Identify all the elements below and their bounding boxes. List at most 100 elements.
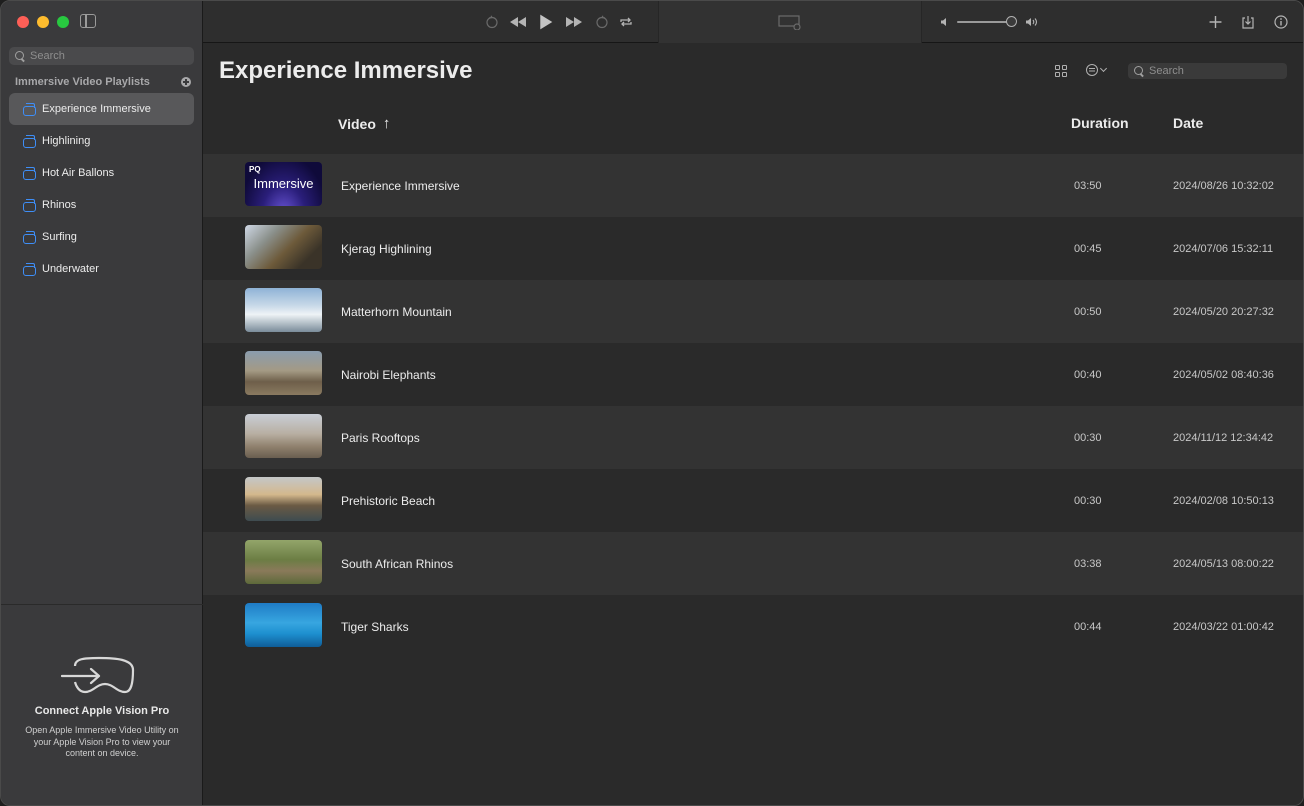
- sidebar-toggle-icon[interactable]: [80, 14, 96, 28]
- sidebar-item-surfing[interactable]: Surfing: [9, 221, 194, 253]
- skip-forward-15-icon[interactable]: [595, 14, 609, 30]
- sidebar-item-label: Highlining: [42, 135, 91, 147]
- sort-ascending-icon: ↑: [382, 115, 391, 132]
- sidebar-item-label: Surfing: [42, 231, 77, 243]
- repeat-icon[interactable]: [619, 14, 633, 30]
- video-date: 2024/05/02 08:40:36: [1173, 368, 1274, 381]
- chevron-down-icon: [1099, 64, 1108, 73]
- playlist-icon: [21, 230, 36, 244]
- video-date: 2024/05/13 08:00:22: [1173, 557, 1274, 570]
- playlist-icon: [21, 102, 36, 116]
- table-row[interactable]: Paris Rooftops 00:30 2024/11/12 12:34:42: [203, 406, 1303, 469]
- add-icon[interactable]: [1209, 14, 1222, 30]
- playlist-icon: [21, 134, 36, 148]
- rewind-icon[interactable]: [509, 14, 527, 30]
- sidebar-item-hot-air-ballons[interactable]: Hot Air Ballons: [9, 157, 194, 189]
- video-date: 2024/05/20 20:27:32: [1173, 305, 1274, 318]
- video-title: Paris Rooftops: [341, 430, 420, 445]
- main-content: Experience Immersive Video ↑ Duration Da…: [203, 43, 1303, 805]
- import-icon[interactable]: [1241, 14, 1255, 30]
- volume-slider-track[interactable]: [957, 21, 1011, 23]
- search-icon: [1134, 66, 1144, 76]
- vision-display-icon: [778, 15, 801, 30]
- playlist-icon: [21, 198, 36, 212]
- video-title: Experience Immersive: [341, 178, 460, 193]
- video-duration: 00:30: [1074, 494, 1102, 507]
- video-duration: 03:38: [1074, 557, 1102, 570]
- grid-cell: [1062, 65, 1067, 70]
- playlists-section-title: Immersive Video Playlists: [15, 76, 150, 88]
- window-controls: [17, 16, 69, 28]
- video-title: Matterhorn Mountain: [341, 304, 452, 319]
- minimize-window-button[interactable]: [37, 16, 49, 28]
- play-icon[interactable]: [539, 14, 553, 30]
- video-title: South African Rhinos: [341, 556, 454, 571]
- column-header-video-label: Video: [338, 115, 376, 132]
- video-date: 2024/07/06 15:32:11: [1173, 242, 1274, 255]
- video-title: Tiger Sharks: [341, 619, 409, 634]
- close-window-button[interactable]: [17, 16, 29, 28]
- column-header-duration[interactable]: Duration: [1071, 115, 1129, 131]
- connect-description: Open Apple Immersive Video Utility on yo…: [25, 725, 179, 758]
- add-playlist-icon[interactable]: [181, 77, 191, 87]
- table-row[interactable]: Matterhorn Mountain 00:50 2024/05/20 20:…: [203, 280, 1303, 343]
- column-header-video[interactable]: Video ↑: [338, 115, 390, 132]
- sidebar-item-label: Rhinos: [42, 199, 77, 211]
- playlist-list: Experience Immersive Highlining Hot Air …: [9, 93, 194, 285]
- grid-cell: [1055, 72, 1060, 77]
- video-thumbnail: [245, 351, 322, 395]
- video-thumbnail: [245, 477, 322, 521]
- main-search-field[interactable]: [1128, 63, 1287, 79]
- sidebar-item-highlining[interactable]: Highlining: [9, 125, 194, 157]
- video-duration: 03:50: [1074, 179, 1102, 192]
- sidebar-item-label: Underwater: [42, 263, 99, 275]
- sidebar-search-input[interactable]: [30, 50, 180, 62]
- sidebar-item-experience-immersive[interactable]: Experience Immersive: [9, 93, 194, 125]
- page-title: Experience Immersive: [219, 57, 473, 84]
- sort-menu-button[interactable]: [1086, 64, 1108, 76]
- main-search-input[interactable]: [1149, 65, 1279, 77]
- video-duration: 00:44: [1074, 620, 1102, 633]
- video-title: Kjerag Highlining: [341, 241, 432, 256]
- column-header-date[interactable]: Date: [1173, 115, 1203, 131]
- table-row[interactable]: South African Rhinos 03:38 2024/05/13 08…: [203, 532, 1303, 595]
- grid-view-icon[interactable]: [1055, 65, 1067, 77]
- grid-cell: [1055, 65, 1060, 70]
- video-thumbnail: [245, 414, 322, 458]
- table-row[interactable]: Kjerag Highlining 00:45 2024/07/06 15:32…: [203, 217, 1303, 280]
- zoom-window-button[interactable]: [57, 16, 69, 28]
- sort-options-icon: [1086, 64, 1098, 76]
- table-row[interactable]: Nairobi Elephants 00:40 2024/05/02 08:40…: [203, 343, 1303, 406]
- video-title: Prehistoric Beach: [341, 493, 436, 508]
- playlist-icon: [21, 166, 36, 180]
- table-row[interactable]: PQ Immersive Experience Immersive 03:50 …: [203, 154, 1303, 217]
- video-thumbnail: [245, 603, 322, 647]
- search-icon: [15, 51, 25, 61]
- grid-cell: [1062, 72, 1067, 77]
- playback-display: [658, 1, 922, 43]
- video-duration: 00:30: [1074, 431, 1102, 444]
- table-row[interactable]: Tiger Sharks 00:44 2024/03/22 01:00:42: [203, 595, 1303, 658]
- sidebar-item-label: Experience Immersive: [42, 103, 151, 115]
- video-duration: 00:45: [1074, 242, 1102, 255]
- vision-pro-connect-icon: [61, 656, 135, 694]
- column-header-duration-label: Duration: [1071, 115, 1129, 131]
- playlists-section-header: Immersive Video Playlists: [15, 76, 191, 88]
- column-header-date-label: Date: [1173, 115, 1204, 131]
- info-icon[interactable]: [1274, 14, 1288, 30]
- sidebar-search-field[interactable]: [9, 47, 194, 65]
- thumbnail-label-small: PQ: [249, 165, 261, 174]
- volume-slider-knob[interactable]: [1006, 16, 1017, 27]
- skip-back-15-icon[interactable]: [485, 14, 499, 30]
- toolbar: [203, 1, 1303, 43]
- table-row[interactable]: Prehistoric Beach 00:30 2024/02/08 10:50…: [203, 469, 1303, 532]
- video-date: 2024/03/22 01:00:42: [1173, 620, 1274, 633]
- sidebar-item-underwater[interactable]: Underwater: [9, 253, 194, 285]
- connect-title: Connect Apple Vision Pro: [34, 705, 170, 717]
- volume-low-icon: [941, 18, 946, 26]
- fast-forward-icon[interactable]: [565, 14, 583, 30]
- sidebar: Immersive Video Playlists Experience Imm…: [1, 1, 203, 805]
- video-date: 2024/11/12 12:34:42: [1173, 431, 1274, 444]
- video-thumbnail: PQ Immersive: [245, 162, 322, 206]
- sidebar-item-rhinos[interactable]: Rhinos: [9, 189, 194, 221]
